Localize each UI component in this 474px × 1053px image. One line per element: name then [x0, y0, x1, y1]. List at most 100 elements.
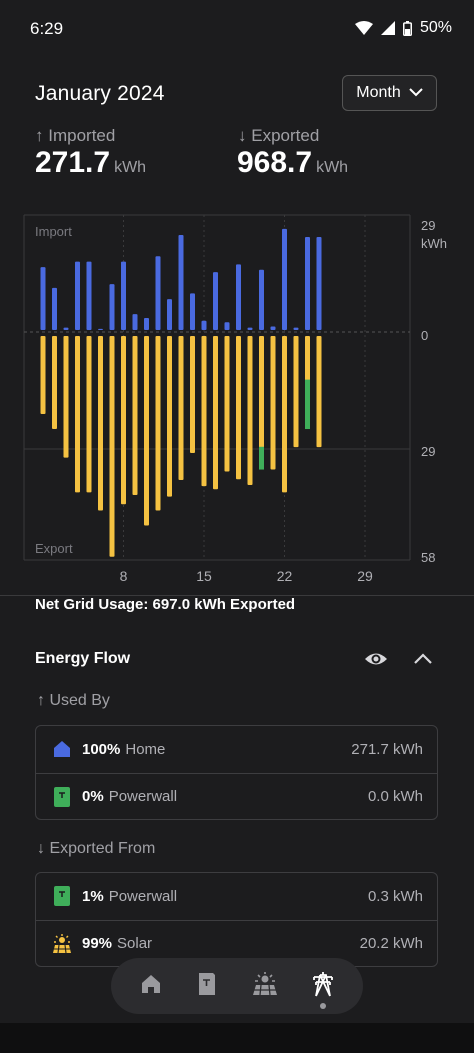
import-bar [52, 287, 57, 330]
chevron-up-icon[interactable] [412, 648, 434, 675]
used-by-row-powerwall[interactable]: 0% Powerwall 0.0 kWh [36, 773, 437, 819]
row-value: 0.3 kWh [367, 887, 423, 905]
import-bar [86, 261, 92, 330]
exported-number: 968.7 [237, 146, 313, 179]
imported-unit: kWh [114, 159, 147, 176]
export-bar [201, 336, 207, 487]
row-percent: 99% [82, 935, 113, 952]
export-bar [63, 336, 69, 458]
export-bar [144, 336, 149, 526]
home-icon [52, 738, 72, 760]
used-by-card: 100% Home 271.7 kWh 0% Powerwall 0.0 kWh [35, 725, 438, 820]
import-bar [40, 267, 46, 330]
export-bar [282, 336, 287, 493]
export-bar [247, 336, 253, 485]
export-bar [98, 336, 103, 511]
export-bar [178, 336, 184, 480]
wifi-icon [354, 21, 373, 35]
import-bar [155, 256, 161, 330]
import-bar [63, 327, 69, 330]
exported-from-label: ↓ Exported From [37, 840, 155, 858]
nav-home-button[interactable] [135, 970, 167, 1002]
import-bar [121, 261, 126, 330]
energy-chart[interactable]: Import Export 29 kWh 0 29 58 8 15 22 29 [0, 210, 474, 595]
export-bar [236, 336, 241, 480]
nav-solar-button[interactable] [249, 970, 281, 1002]
used-by-label: ↑ Used By [37, 692, 110, 710]
import-bar [98, 328, 103, 330]
export-bar [132, 336, 138, 496]
export-bar [121, 336, 126, 505]
import-bar [282, 228, 287, 330]
used-by-row-home[interactable]: 100% Home 271.7 kWh [36, 726, 437, 772]
battery-percent: 50% [419, 19, 452, 36]
import-bar [293, 327, 299, 330]
row-value: 271.7 kWh [351, 740, 423, 758]
arrow-up-icon: ↑ [37, 692, 45, 709]
exported-label-text: Exported [251, 126, 320, 145]
powerwall-icon [52, 885, 72, 907]
export-bar [316, 336, 322, 448]
export-bar [190, 336, 195, 453]
y-tick-label: 29 [421, 444, 435, 459]
powerwall-export-segment [259, 446, 264, 470]
export-bar [224, 336, 230, 472]
export-bar [52, 336, 57, 430]
status-icons: 50% [354, 19, 452, 37]
import-bar [167, 299, 172, 330]
exported-from-row-powerwall[interactable]: 1% Powerwall 0.3 kWh [36, 873, 437, 919]
row-percent: 0% [82, 788, 104, 805]
period-value: Month [356, 84, 401, 101]
row-percent: 100% [82, 740, 121, 758]
x-tick-label: 15 [196, 568, 212, 584]
exported-from-text: Exported From [49, 840, 156, 857]
export-bar [167, 336, 172, 497]
used-by-text: Used By [49, 692, 110, 709]
status-bar: 6:29 50% [0, 0, 474, 58]
period-dropdown[interactable]: Month [342, 75, 437, 111]
import-bar [236, 264, 241, 330]
x-tick-label: 8 [120, 568, 128, 584]
row-name: Solar [117, 935, 153, 952]
export-bar [213, 336, 218, 490]
exported-value: 968.7 kWh [237, 146, 348, 180]
y-tick-label: 0 [421, 328, 428, 343]
row-value: 20.2 kWh [359, 935, 423, 952]
export-bar [86, 336, 92, 493]
exported-unit: kWh [316, 159, 349, 176]
import-bar [259, 269, 264, 330]
exported-label: ↓ Exported [238, 126, 319, 146]
import-bar [305, 236, 310, 330]
grid-tower-icon [311, 971, 335, 1002]
imported-label-text: Imported [48, 126, 116, 145]
net-grid-usage: Net Grid Usage: 697.0 kWh Exported [35, 596, 296, 613]
arrow-down-icon: ↓ [238, 126, 247, 145]
import-bar [224, 322, 230, 330]
import-bar [109, 284, 115, 330]
nav-grid-button[interactable] [307, 970, 339, 1002]
row-name: Powerwall [108, 788, 178, 805]
x-tick-label: 22 [277, 568, 293, 584]
eye-icon[interactable] [364, 648, 388, 675]
powerwall-export-segment [305, 379, 310, 430]
import-bar [316, 236, 322, 330]
page-title: January 2024 [35, 82, 165, 105]
export-bar [293, 336, 299, 448]
export-bar [109, 336, 115, 557]
export-bar [75, 336, 80, 493]
export-bar [270, 336, 276, 470]
solar-icon [252, 971, 278, 1001]
nav-powerwall-button[interactable] [191, 970, 223, 1002]
exported-from-card: 1% Powerwall 0.3 kWh 99% Solar 20.2 kWh [35, 872, 438, 967]
energy-flow-title: Energy Flow [35, 650, 131, 667]
import-bar [201, 320, 207, 330]
x-tick-label: 29 [357, 568, 373, 584]
import-bar [144, 318, 149, 330]
y-tick-label: 58 [421, 550, 435, 565]
imported-number: 271.7 [35, 146, 111, 179]
export-label: Export [35, 541, 73, 556]
y-tick-label: 29 [421, 218, 435, 233]
arrow-up-icon: ↑ [35, 126, 44, 145]
export-bar [40, 336, 46, 414]
home-icon [140, 973, 162, 1000]
